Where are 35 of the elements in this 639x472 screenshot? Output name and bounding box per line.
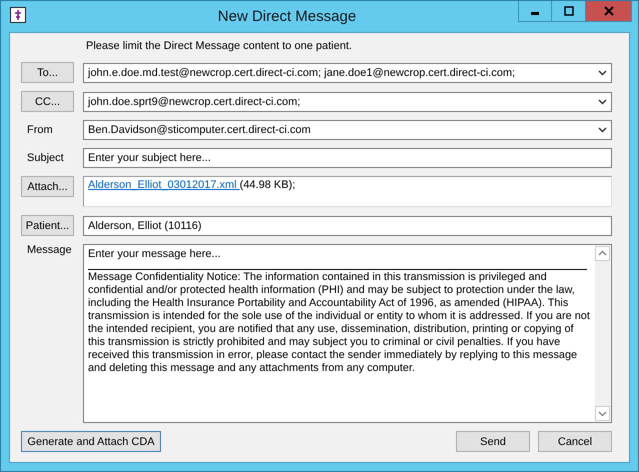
scrollbar[interactable] (595, 246, 610, 421)
subject-label: Subject (26, 152, 64, 164)
confidentiality-notice: Message Confidentiality Notice: The information contained in this transmission is privileged and confidential and/or protected health information (PHI) and may be subject to protection under the law, including the Health Insurance Portability and Accountability Act of 1996, as amended (HIPAA). This transmission is intended for the sole use of the individual or entity to whom it is addressed. If you are not the intended recipient, you are notified that any use, dissemination, distribution, printing or copying of this transmission is strictly prohibited and may subject you to criminal or civil penalties. If you have received this transmission in error, please contact the sender immediately by replying to this message and deleting this message and any attachments from any computer. (88, 271, 591, 375)
subject-field[interactable]: Enter your subject here... (83, 148, 612, 168)
chevron-down-icon (598, 98, 607, 104)
send-button[interactable]: Send (456, 431, 530, 452)
close-icon (604, 6, 614, 16)
attach-button[interactable]: Attach... (21, 176, 74, 197)
app-icon (10, 7, 26, 23)
close-button[interactable] (586, 1, 632, 22)
window-title: New Direct Message (216, 7, 358, 25)
cancel-button[interactable]: Cancel (538, 431, 612, 452)
from-dropdown[interactable]: Ben.Davidson@sticomputer.cert.direct-ci.com (83, 120, 612, 140)
patient-button[interactable]: Patient... (21, 215, 74, 236)
maximize-icon (564, 6, 574, 16)
to-dropdown[interactable]: john.e.doe.md.test@newcrop.cert.direct-ci.com; jane.doe1@newcrop.cert.direct-ci.com; (83, 62, 612, 82)
attachment-link[interactable]: Alderson_Elliot_03012017.xml (88, 179, 240, 191)
attachment-size: (44.98 KB); (240, 179, 296, 191)
cc-button[interactable]: CC... (21, 91, 74, 112)
generate-cda-button[interactable]: Generate and Attach CDA (21, 431, 161, 452)
maximize-button[interactable] (552, 1, 586, 22)
from-label: From (26, 124, 53, 136)
minimize-button[interactable] (518, 1, 552, 22)
attachments-field[interactable]: Alderson_Elliot_03012017.xml (44.98 KB); (83, 176, 612, 207)
chevron-down-icon (598, 127, 607, 133)
notice-text: Please limit the Direct Message content to one patient. (86, 40, 352, 52)
scroll-down-icon[interactable] (595, 406, 610, 421)
scroll-up-icon[interactable] (595, 246, 610, 261)
message-area[interactable] (83, 244, 612, 423)
chevron-down-icon (598, 70, 607, 76)
cc-dropdown[interactable]: john.doe.sprt9@newcrop.cert.direct-ci.com; (83, 92, 612, 112)
patient-field[interactable]: Alderson, Elliot (10116) (83, 216, 612, 236)
message-placeholder: Enter your message here... (88, 247, 222, 262)
message-label: Message (26, 244, 72, 256)
to-button[interactable]: To... (21, 62, 74, 83)
